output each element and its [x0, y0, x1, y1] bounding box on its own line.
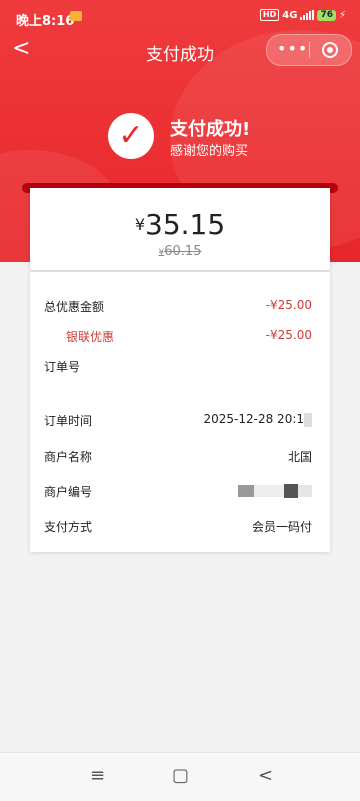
detail-value: 会员一码付 — [251, 520, 312, 534]
charging-icon: ⚡ — [338, 9, 346, 21]
checkmark-icon: ✓ — [108, 113, 154, 159]
miniapp-capsule: ••• — [266, 34, 352, 66]
hd-icon: HD — [259, 9, 280, 21]
battery-icon: 76 — [317, 9, 336, 21]
status-time: 晚上8:16 — [16, 14, 75, 29]
amount-card: ¥35.15 ¥60.15 — [30, 188, 330, 270]
redacted-block — [254, 484, 284, 497]
network-label: 4G — [282, 9, 298, 21]
nav-bar: < 支付成功 ••• — [0, 32, 360, 68]
menu-icon[interactable]: ≡ — [90, 765, 105, 786]
detail-label: 商户编号 — [44, 485, 93, 499]
close-miniapp-button[interactable] — [322, 42, 338, 58]
paid-amount: ¥35.15 — [30, 208, 330, 241]
status-bar: 晚上8:16 HD 4G 76 ⚡ — [0, 0, 360, 32]
home-icon[interactable]: ▢ — [172, 765, 189, 786]
detail-value: -¥25.00 — [265, 328, 312, 342]
detail-label: 订单号 — [44, 360, 81, 374]
success-subtitle: 感谢您的购买 — [170, 144, 249, 159]
status-icons: HD 4G 76 ⚡ — [259, 9, 346, 21]
back-icon[interactable]: < — [258, 765, 273, 786]
detail-label: 商户名称 — [44, 450, 93, 464]
detail-label: 订单时间 — [44, 414, 93, 428]
more-button[interactable]: ••• — [277, 41, 308, 57]
detail-value-wrap: 2025-12-28 20:1 — [203, 412, 312, 427]
redacted-block — [284, 483, 298, 498]
redacted-block — [238, 484, 254, 497]
redacted-block — [304, 412, 312, 427]
detail-value: -¥25.00 — [265, 298, 312, 312]
detail-label: 支付方式 — [44, 520, 93, 534]
merchant-id-redacted — [238, 483, 312, 498]
detail-value: 北国 — [287, 450, 312, 464]
currency-symbol: ¥ — [134, 215, 145, 234]
redacted-block — [298, 484, 312, 497]
order-details-card: 总优惠金额 -¥25.00 银联优惠 -¥25.00 订单号 订单时间 2025… — [30, 272, 330, 552]
amount-value: 35.15 — [145, 208, 226, 241]
success-title: 支付成功! — [170, 119, 251, 140]
detail-label: 总优惠金额 — [44, 300, 105, 314]
detail-label: 银联优惠 — [66, 330, 115, 344]
detail-value: 2025-12-28 20:1 — [203, 412, 305, 426]
original-amount-value: 60.15 — [164, 244, 202, 259]
signal-icon — [300, 10, 315, 20]
notification-icon — [70, 11, 82, 21]
original-amount: ¥60.15 — [30, 244, 330, 259]
system-nav-bar: ≡ ▢ < — [0, 752, 360, 801]
capsule-divider — [309, 42, 310, 58]
